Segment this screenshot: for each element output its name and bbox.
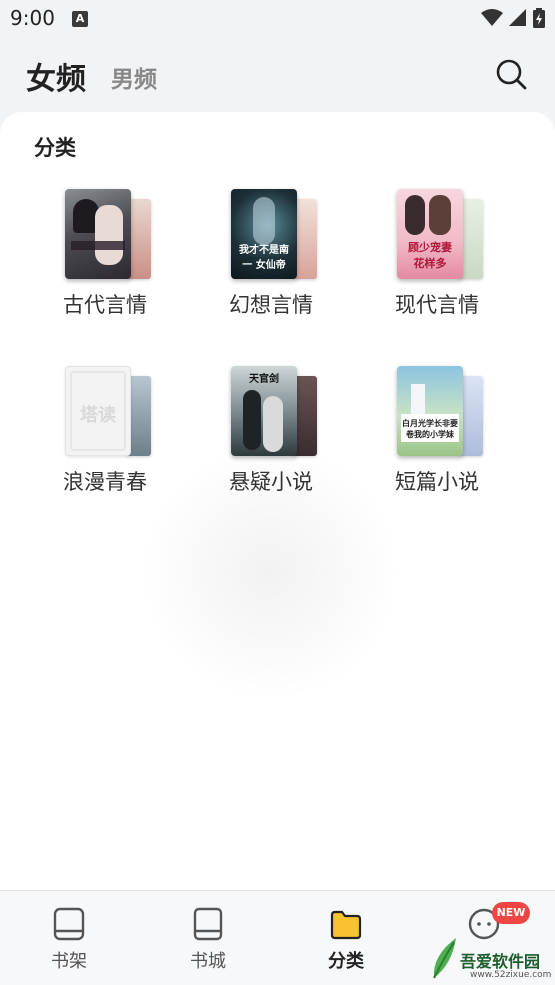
cover-stack (65, 189, 155, 281)
category-label: 现代言情 (395, 293, 479, 317)
nav-label: 书架 (51, 951, 87, 972)
category-fantasy-romance[interactable]: 我才不是南一 女仙帝 幻想言情 (196, 189, 346, 329)
cover-stack: 天官剑 (231, 366, 321, 458)
cover-stack: 我才不是南一 女仙帝 (231, 189, 321, 281)
watermark-url: www.52zixue.com (470, 970, 552, 980)
status-time: 9:00 (10, 6, 55, 30)
tab-female[interactable]: 女频 (26, 54, 86, 98)
book-cover: 天官剑 (231, 366, 297, 456)
category-label: 幻想言情 (229, 293, 313, 317)
nav-bookstore[interactable]: 书城 (168, 907, 248, 973)
tab-male[interactable]: 男频 (111, 60, 157, 94)
category-label: 短篇小说 (395, 470, 479, 494)
cover-title: 白月光学长非要 卷我的小学妹 (402, 419, 458, 439)
leaf-logo-icon (433, 938, 456, 979)
nav-label: 分类 (328, 951, 364, 972)
cover-placeholder-text: 塔读 (80, 405, 116, 426)
book-cover: 塔读 (65, 366, 131, 456)
notification-icon: A (72, 11, 88, 27)
watermark-title: 吾爱软件园 (460, 952, 541, 971)
cover-stack: 塔读 (65, 366, 155, 458)
status-icons (481, 8, 545, 28)
battery-icon (533, 8, 545, 28)
folder-icon (330, 910, 362, 940)
new-badge: NEW (492, 902, 530, 924)
header: 女频 男频 (0, 40, 555, 110)
category-mystery[interactable]: 天官剑 悬疑小说 (196, 366, 346, 506)
watermark: 吾爱软件园 www.52zixue.com (430, 930, 555, 985)
nav-category[interactable]: 分类 (306, 907, 386, 973)
cover-title: 顾少宠妻 花样多 (408, 241, 452, 270)
category-short-story[interactable]: 白月光学长非要 卷我的小学妹 短篇小说 (362, 366, 512, 506)
category-label: 浪漫青春 (63, 470, 147, 494)
book-cover: 我才不是南一 女仙帝 (231, 189, 297, 279)
bookstore-icon (193, 907, 223, 941)
nav-label: 书城 (190, 951, 226, 972)
cover-title: 天官剑 (249, 374, 279, 385)
cover-stack: 顾少宠妻 花样多 (397, 189, 487, 281)
book-cover: 白月光学长非要 卷我的小学妹 (397, 366, 463, 456)
nav-bookshelf[interactable]: 书架 (29, 907, 109, 973)
bookshelf-icon (53, 907, 85, 941)
section-title: 分类 (34, 136, 76, 160)
status-bar: 9:00 A (0, 0, 555, 38)
book-cover (65, 189, 131, 279)
cover-stack: 白月光学长非要 卷我的小学妹 (397, 366, 487, 458)
category-panel: 分类 古代言情 我才不是南一 女仙帝 幻想言情 顾少宠妻 花样多 现代言情 塔读… (0, 112, 555, 890)
category-label: 古代言情 (63, 293, 147, 317)
wifi-icon (481, 9, 503, 26)
category-label: 悬疑小说 (229, 470, 313, 494)
category-youth-romance[interactable]: 塔读 浪漫青春 (30, 366, 180, 506)
search-icon[interactable] (494, 57, 528, 91)
category-ancient-romance[interactable]: 古代言情 (30, 189, 180, 329)
signal-icon (509, 9, 526, 26)
cover-title: 我才不是南一 女仙帝 (239, 245, 289, 271)
category-modern-romance[interactable]: 顾少宠妻 花样多 现代言情 (362, 189, 512, 329)
book-cover: 顾少宠妻 花样多 (397, 189, 463, 279)
